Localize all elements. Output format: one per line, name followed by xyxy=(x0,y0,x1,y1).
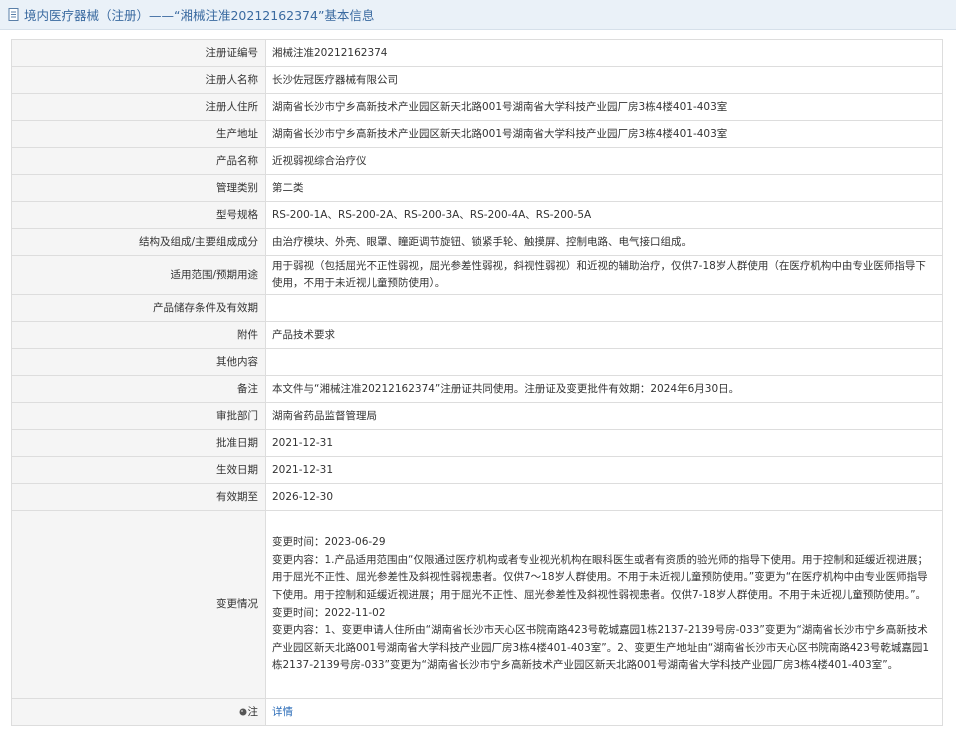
details-link[interactable]: 详情 xyxy=(272,706,293,718)
row-value xyxy=(265,348,943,376)
table-row: 产品名称 近视弱视综合治疗仪 xyxy=(11,147,943,175)
table-row: 生效日期 2021-12-31 xyxy=(11,456,943,484)
note-label: 注 xyxy=(247,706,259,718)
row-value: RS-200-1A、RS-200-2A、RS-200-3A、RS-200-4A、… xyxy=(265,201,943,229)
bullet-pin-icon xyxy=(239,708,246,716)
row-label: 生效日期 xyxy=(11,456,266,484)
row-label: 适用范围/预期用途 xyxy=(11,255,266,295)
table-row: 批准日期 2021-12-31 xyxy=(11,429,943,457)
table-row: 备注 本文件与“湘械注准20212162374”注册证共同使用。注册证及变更批件… xyxy=(11,375,943,403)
table-row: 其他内容 xyxy=(11,348,943,376)
row-label: 其他内容 xyxy=(11,348,266,376)
change-time: 变更时间：2022-11-02 xyxy=(272,606,386,619)
table-row: 有效期至 2026-12-30 xyxy=(11,483,943,511)
row-label: 审批部门 xyxy=(11,402,266,430)
table-row-note: 注 详情 xyxy=(11,698,943,726)
changes-label: 变更情况 xyxy=(11,510,266,699)
row-label: 结构及组成/主要组成成分 xyxy=(11,228,266,256)
row-value: 用于弱视（包括屈光不正性弱视，屈光参差性弱视，斜视性弱视）和近视的辅助治疗，仅供… xyxy=(265,255,943,295)
row-label: 有效期至 xyxy=(11,483,266,511)
change-history: 变更时间：2023-06-29 变更内容：1.产品适用范围由“仅限通过医疗机构或… xyxy=(272,530,936,679)
row-value: 湖南省药品监督管理局 xyxy=(265,402,943,430)
row-label: 注册人住所 xyxy=(11,93,266,121)
row-value: 2026-12-30 xyxy=(265,483,943,511)
table-row: 注册人名称 长沙佐冠医疗器械有限公司 xyxy=(11,66,943,94)
row-value: 产品技术要求 xyxy=(265,321,943,349)
row-value: 2021-12-31 xyxy=(265,429,943,457)
document-icon xyxy=(8,8,19,21)
row-value: 近视弱视综合治疗仪 xyxy=(265,147,943,175)
table-row: 产品储存条件及有效期 xyxy=(11,294,943,322)
row-value: 由治疗模块、外壳、眼罩、瞳距调节旋钮、锁紧手轮、触摸屏、控制电路、电气接口组成。 xyxy=(265,228,943,256)
row-value: 第二类 xyxy=(265,174,943,202)
table-row: 生产地址 湖南省长沙市宁乡高新技术产业园区新天北路001号湖南省大学科技产业园厂… xyxy=(11,120,943,148)
page-title-bar: 境内医疗器械（注册）——“湘械注准20212162374”基本信息 xyxy=(0,0,956,30)
note-label-cell: 注 xyxy=(11,698,266,726)
row-value: 本文件与“湘械注准20212162374”注册证共同使用。注册证及变更批件有效期… xyxy=(265,375,943,403)
table-row: 注册证编号 湘械注准20212162374 xyxy=(11,39,943,67)
row-label: 型号规格 xyxy=(11,201,266,229)
table-row: 附件 产品技术要求 xyxy=(11,321,943,349)
table-row: 注册人住所 湖南省长沙市宁乡高新技术产业园区新天北路001号湖南省大学科技产业园… xyxy=(11,93,943,121)
row-value: 湖南省长沙市宁乡高新技术产业园区新天北路001号湖南省大学科技产业园厂房3栋4楼… xyxy=(265,120,943,148)
row-label: 注册人名称 xyxy=(11,66,266,94)
table-row-changes: 变更情况 变更时间：2023-06-29 变更内容：1.产品适用范围由“仅限通过… xyxy=(11,510,943,699)
table-row: 审批部门 湖南省药品监督管理局 xyxy=(11,402,943,430)
info-table: 注册证编号 湘械注准20212162374 注册人名称 长沙佐冠医疗器械有限公司… xyxy=(11,39,943,726)
row-value: 湘械注准20212162374 xyxy=(265,39,943,67)
row-label: 备注 xyxy=(11,375,266,403)
row-label: 管理类别 xyxy=(11,174,266,202)
changes-value: 变更时间：2023-06-29 变更内容：1.产品适用范围由“仅限通过医疗机构或… xyxy=(265,510,943,699)
change-time: 变更时间：2023-06-29 xyxy=(272,536,386,549)
note-value: 详情 xyxy=(265,698,943,726)
table-row: 适用范围/预期用途 用于弱视（包括屈光不正性弱视，屈光参差性弱视，斜视性弱视）和… xyxy=(11,255,943,295)
row-label: 产品储存条件及有效期 xyxy=(11,294,266,322)
row-value: 长沙佐冠医疗器械有限公司 xyxy=(265,66,943,94)
row-label: 批准日期 xyxy=(11,429,266,457)
table-row: 型号规格 RS-200-1A、RS-200-2A、RS-200-3A、RS-20… xyxy=(11,201,943,229)
row-label: 注册证编号 xyxy=(11,39,266,67)
page-title: 境内医疗器械（注册）——“湘械注准20212162374”基本信息 xyxy=(24,8,375,23)
table-row: 管理类别 第二类 xyxy=(11,174,943,202)
change-content: 变更内容：1、变更申请人住所由“湖南省长沙市天心区书院南路423号乾城嘉园1栋2… xyxy=(272,624,930,672)
row-label: 附件 xyxy=(11,321,266,349)
row-value: 2021-12-31 xyxy=(265,456,943,484)
row-label: 生产地址 xyxy=(11,120,266,148)
change-content: 变更内容：1.产品适用范围由“仅限通过医疗机构或者专业视光机构在眼科医生或者有资… xyxy=(272,553,928,601)
row-label: 产品名称 xyxy=(11,147,266,175)
row-value: 湖南省长沙市宁乡高新技术产业园区新天北路001号湖南省大学科技产业园厂房3栋4楼… xyxy=(265,93,943,121)
table-row: 结构及组成/主要组成成分 由治疗模块、外壳、眼罩、瞳距调节旋钮、锁紧手轮、触摸屏… xyxy=(11,228,943,256)
row-value xyxy=(265,294,943,322)
